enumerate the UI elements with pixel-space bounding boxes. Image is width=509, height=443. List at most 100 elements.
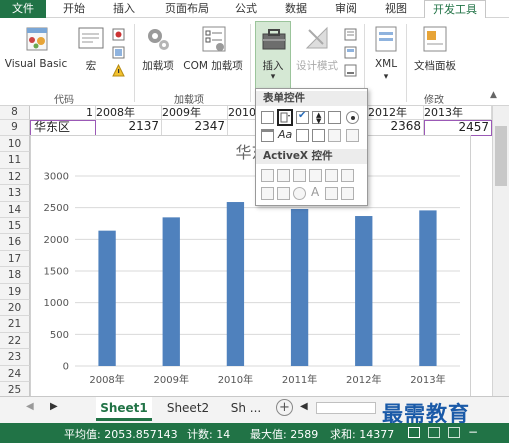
form-combo-list-control[interactable] — [328, 129, 341, 142]
group-addins-label: 加载项 — [174, 95, 204, 106]
form-groupbox-control[interactable] — [261, 129, 274, 142]
scroll-right-icon[interactable]: ▶ — [50, 401, 58, 412]
vertical-scrollbar[interactable] — [492, 106, 509, 396]
activex-spinbutton-control[interactable] — [277, 187, 290, 200]
activex-more-controls[interactable] — [341, 187, 354, 200]
row-header-13[interactable]: 13 — [0, 185, 30, 202]
toolbox-icon — [262, 29, 286, 50]
row-header-20[interactable]: 20 — [0, 300, 30, 317]
macro-security-icon[interactable] — [112, 64, 125, 77]
chart-area[interactable]: 华东 0 500 1000 1500 2000 2500 3000 2008年 2009年 2010… — [30, 135, 471, 399]
tab-sheet3[interactable]: Sh ... — [224, 397, 268, 421]
cell[interactable]: 2347 — [162, 120, 228, 136]
properties-icon[interactable] — [344, 28, 357, 41]
row-header-19[interactable]: 19 — [0, 283, 30, 300]
insert-controls-button[interactable]: 插入 ▾ — [255, 21, 291, 89]
row-header-18[interactable]: 18 — [0, 267, 30, 284]
run-dialog-icon[interactable] — [344, 64, 357, 77]
macro-label: 宏 — [85, 60, 97, 72]
form-combobox-control[interactable] — [277, 109, 293, 126]
cell[interactable]: 2137 — [96, 120, 162, 136]
tab-sheet2[interactable]: Sheet2 — [160, 397, 216, 421]
collapse-ribbon-icon[interactable]: ▲ — [490, 90, 497, 100]
record-macro-icon[interactable] — [112, 28, 125, 41]
cell[interactable]: 2013年 — [424, 106, 492, 120]
row-header-22[interactable]: 22 — [0, 332, 30, 350]
row-header-10[interactable]: 10 — [0, 136, 30, 153]
relative-reference-icon[interactable] — [112, 46, 125, 59]
activex-checkbox-control[interactable] — [293, 169, 306, 182]
cell[interactable]: 2457 — [424, 120, 492, 136]
tab-review[interactable]: 审阅 — [326, 0, 366, 18]
tab-view[interactable]: 视图 — [376, 0, 416, 18]
form-button-control[interactable] — [261, 111, 274, 124]
row-header-9[interactable]: 9 — [0, 120, 30, 136]
row-header-14[interactable]: 14 — [0, 201, 30, 218]
tab-sheet1[interactable]: Sheet1 — [96, 397, 152, 421]
row-header-16[interactable]: 16 — [0, 234, 30, 251]
bar-chart: 华东0500100015002000250030002008年 2009年 2010… — [44, 143, 460, 386]
document-panel-button[interactable]: 文档面板 — [410, 22, 460, 88]
scrollbar-thumb[interactable] — [495, 126, 507, 186]
page-break-view-icon[interactable] — [448, 427, 460, 438]
normal-view-icon[interactable] — [408, 427, 420, 438]
visual-basic-button[interactable]: Visual Basic — [4, 22, 68, 88]
addins-button[interactable]: 加载项 — [138, 22, 178, 88]
row-header-24[interactable]: 24 — [0, 365, 30, 382]
form-listbox-control[interactable] — [328, 111, 341, 124]
row-header-21[interactable]: 21 — [0, 316, 30, 333]
activex-image-control[interactable] — [325, 187, 338, 200]
tab-home[interactable]: 开始 — [54, 0, 94, 18]
view-code-icon[interactable] — [344, 46, 357, 59]
form-textfield-control[interactable] — [312, 129, 325, 142]
tab-formulas[interactable]: 公式 — [226, 0, 266, 18]
row-header-15[interactable]: 15 — [0, 218, 30, 235]
cell[interactable]: 1 — [30, 106, 96, 120]
tab-scroll-left-icon[interactable]: ◀ — [300, 401, 308, 412]
horizontal-scrollbar[interactable] — [316, 402, 376, 414]
cell[interactable]: 2368 — [368, 120, 424, 136]
tab-data[interactable]: 数据 — [276, 0, 316, 18]
form-checkbox-control[interactable]: ✔ — [296, 110, 309, 124]
form-option-control[interactable] — [346, 111, 359, 124]
form-spinner-control[interactable]: ▲ ▼ — [312, 111, 325, 125]
com-addins-button[interactable]: COM 加载项 — [180, 22, 246, 88]
tab-developer[interactable]: 开发工具 — [424, 0, 486, 19]
activex-button-control[interactable] — [261, 169, 274, 182]
x-tick-label: 2008年 — [89, 373, 124, 386]
row-header-8[interactable]: 8 — [0, 106, 30, 120]
row-header-17[interactable]: 17 — [0, 250, 30, 268]
form-label-control[interactable]: Aa — [278, 128, 292, 141]
cell[interactable]: 2012年 — [368, 106, 424, 120]
y-tick-label: 1000 — [44, 298, 69, 309]
y-tick-label: 1500 — [44, 267, 69, 278]
row-header-23[interactable]: 23 — [0, 349, 30, 366]
activex-optionbutton-control[interactable] — [293, 187, 306, 200]
row-header-11[interactable]: 11 — [0, 152, 30, 169]
form-scrollbar-control[interactable] — [296, 129, 309, 142]
activex-scrollbar-control[interactable] — [341, 169, 354, 182]
xml-button[interactable]: XML ▾ — [368, 22, 404, 88]
cell-region-label[interactable]: 华东区 — [30, 120, 96, 136]
zoom-out-icon[interactable]: − — [468, 425, 478, 439]
macro-button[interactable]: 宏 — [74, 22, 108, 88]
form-combo-dropdown-control[interactable] — [346, 129, 359, 142]
scroll-left-icon[interactable]: ◀ — [26, 401, 34, 412]
activex-label-control[interactable]: A — [311, 185, 319, 199]
row-header-12[interactable]: 12 — [0, 168, 30, 186]
design-mode-button[interactable]: 设计模式 — [293, 22, 341, 88]
visual-basic-icon — [26, 27, 48, 51]
activex-combobox-control[interactable] — [277, 169, 290, 182]
status-bar: 平均值: 2053.857143 计数: 14 最大值: 2589 求和: 14… — [0, 423, 509, 443]
activex-listbox-control[interactable] — [309, 169, 322, 182]
activex-textbox-control[interactable] — [325, 169, 338, 182]
page-layout-view-icon[interactable] — [428, 427, 440, 438]
cell[interactable]: 2009年 — [162, 106, 228, 120]
cell[interactable]: 2008年 — [96, 106, 162, 120]
tab-page-layout[interactable]: 页面布局 — [154, 0, 220, 18]
add-sheet-icon[interactable]: + — [276, 399, 293, 416]
tab-file[interactable]: 文件 — [0, 0, 46, 18]
cell[interactable]: 2010年 — [228, 106, 256, 120]
tab-insert[interactable]: 插入 — [104, 0, 144, 18]
activex-togglebutton-control[interactable] — [261, 187, 274, 200]
